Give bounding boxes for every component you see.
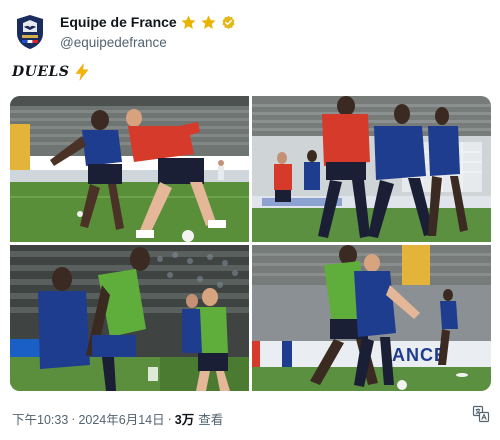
account-handle[interactable]: @equipedefrance [60,35,236,50]
fff-crest-avatar[interactable] [15,14,45,50]
gold-verified-badge-icon[interactable] [221,15,236,30]
tweet-time[interactable]: 下午10:33 [12,409,68,428]
training-photo-1[interactable] [10,96,249,242]
training-photo-3[interactable] [10,245,249,391]
meta-separator: · [167,411,172,426]
tweet-date[interactable]: 2024年6月14日 [78,409,164,428]
star-icon [201,14,216,29]
tweet-text: DUELS [12,63,91,81]
views-count: 3万 [174,413,195,427]
tweet-header: Equipe de France @equipedefrance [12,10,488,54]
training-photo-4[interactable]: ANCE [252,245,491,391]
tweet-text-word: DUELS [12,64,70,80]
lightning-bolt-icon [76,63,89,81]
star-icon [181,14,196,29]
views-label: 查看 [198,413,224,427]
media-grid[interactable]: ANCE [10,96,491,391]
meta-separator: · [71,411,76,426]
training-photo-2[interactable] [252,96,491,242]
translate-icon[interactable] [472,405,490,423]
display-name[interactable]: Equipe de France [60,14,177,30]
tweet-meta: 下午10:33 · 2024年6月14日 · 3万 查看 [12,409,223,428]
